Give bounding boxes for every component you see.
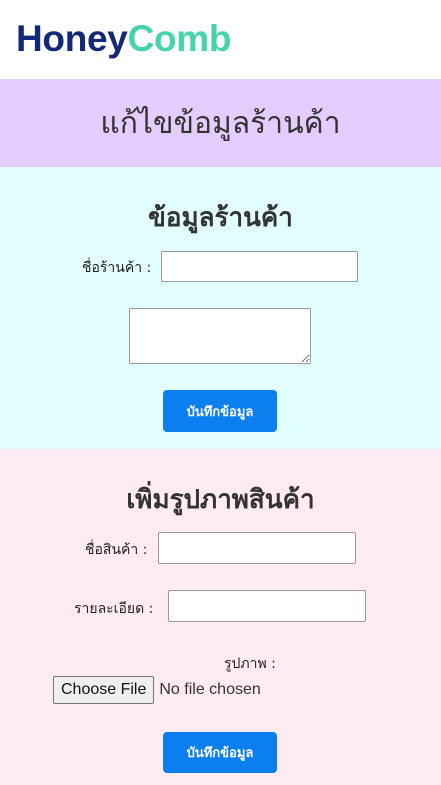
page-title: แก้ไขข้อมูลร้านค้า bbox=[100, 105, 341, 141]
choose-file-button[interactable]: Choose File bbox=[53, 676, 155, 704]
shop-description-textarea[interactable] bbox=[129, 308, 311, 364]
brand-logo-part2: Comb bbox=[127, 18, 232, 59]
product-detail-input[interactable] bbox=[168, 590, 366, 622]
product-image-file-input[interactable]: Choose File No file chosen bbox=[53, 676, 261, 704]
shop-info-section: ข้อมูลร้านค้า ชื่อร้านค้า : บันทึกข้อมูล bbox=[0, 167, 441, 449]
file-status-text: No file chosen bbox=[159, 681, 261, 698]
brand-logo[interactable]: HoneyComb bbox=[16, 18, 425, 60]
shop-name-label: ชื่อร้านค้า : bbox=[82, 260, 152, 276]
add-product-image-section: เพิ่มรูปภาพสินค้า ชื่อสินค้า : รายละเอีย… bbox=[0, 449, 441, 785]
product-name-label: ชื่อสินค้า : bbox=[85, 542, 148, 558]
product-image-label: รูปภาพ : bbox=[224, 656, 276, 672]
shop-info-title: ข้อมูลร้านค้า bbox=[148, 203, 293, 233]
top-bar: HoneyComb bbox=[0, 0, 441, 79]
save-product-button[interactable]: บันทึกข้อมูล bbox=[163, 732, 277, 773]
page-header: แก้ไขข้อมูลร้านค้า bbox=[0, 79, 441, 167]
product-detail-label: รายละเอียด : bbox=[74, 601, 154, 617]
shop-name-input[interactable] bbox=[161, 251, 358, 282]
save-shop-info-button[interactable]: บันทึกข้อมูล bbox=[163, 390, 277, 432]
brand-logo-part1: Honey bbox=[16, 18, 128, 59]
add-product-title: เพิ่มรูปภาพสินค้า bbox=[126, 485, 315, 515]
product-name-input[interactable] bbox=[158, 532, 356, 564]
